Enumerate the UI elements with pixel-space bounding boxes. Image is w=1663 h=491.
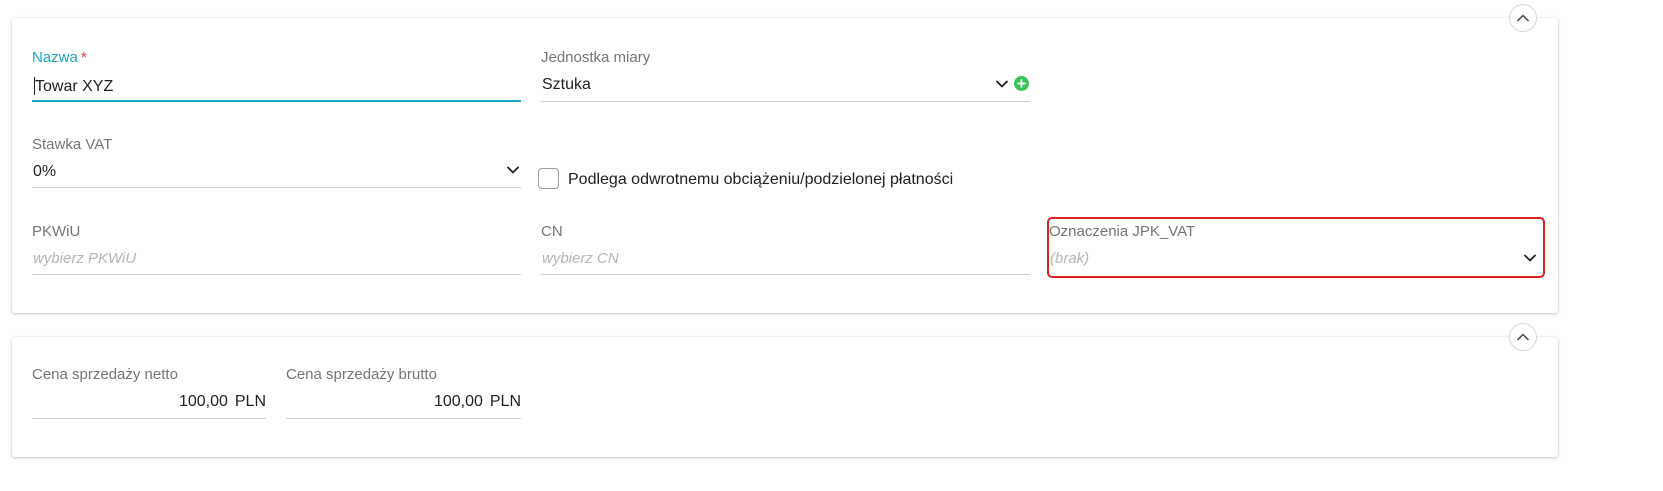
chevron-down-icon[interactable]: [995, 77, 1009, 91]
vat-rate-label: Stawka VAT: [32, 136, 113, 153]
net-price-label: Cena sprzedaży netto: [32, 366, 178, 383]
collapse-section-button[interactable]: [1509, 4, 1537, 32]
pkwiu-field[interactable]: PKWiU wybierz PKWiU: [32, 223, 521, 277]
cn-field[interactable]: CN wybierz CN: [541, 223, 1030, 277]
unit-value: Sztuka: [542, 76, 591, 93]
pricing-card: Cena sprzedaży netto 100,00 PLN Cena sprz…: [12, 323, 1558, 457]
pkwiu-input[interactable]: wybierz PKWiU: [33, 250, 136, 267]
gross-price-value: 100,00: [433, 393, 483, 410]
net-price-input[interactable]: 100,00 PLN: [179, 393, 266, 411]
unit-label: Jednostka miary: [541, 49, 651, 66]
chevron-up-icon: [1517, 333, 1529, 341]
cn-underline: [541, 274, 1030, 275]
net-price-underline: [32, 418, 266, 419]
unit-underline: [541, 101, 1030, 102]
vat-rate-select[interactable]: Stawka VAT 0%: [32, 136, 521, 190]
required-mark: *: [80, 49, 87, 66]
jpk-vat-select[interactable]: Oznaczenia JPK_VAT (brak): [1049, 223, 1542, 277]
gross-price-label: Cena sprzedaży brutto: [286, 366, 437, 383]
name-field[interactable]: Nazwa * Towar XYZ: [32, 49, 521, 103]
gross-price-field[interactable]: Cena sprzedaży brutto 100,00 PLN: [286, 366, 521, 420]
cn-input[interactable]: wybierz CN: [542, 250, 619, 267]
name-label: Nazwa *: [32, 49, 87, 66]
reverse-charge-checkbox[interactable]: [538, 168, 559, 189]
chevron-down-icon[interactable]: [506, 163, 520, 177]
unit-select[interactable]: Jednostka miary Sztuka: [541, 49, 1030, 103]
gross-price-underline: [286, 418, 521, 419]
name-underline: [32, 100, 521, 102]
vat-rate-underline: [32, 187, 521, 188]
net-price-currency: PLN: [234, 393, 266, 410]
net-price-field[interactable]: Cena sprzedaży netto 100,00 PLN: [32, 366, 266, 420]
chevron-up-icon: [1517, 14, 1529, 22]
jpk-vat-label: Oznaczenia JPK_VAT: [1049, 223, 1196, 240]
chevron-down-icon[interactable]: [1523, 251, 1537, 265]
reverse-charge-label: Podlega odwrotnemu obciążeniu/podzielone…: [568, 171, 954, 188]
cn-label: CN: [541, 223, 563, 240]
vat-rate-value: 0%: [33, 163, 57, 180]
pkwiu-label: PKWiU: [32, 223, 81, 240]
net-price-value: 100,00: [178, 393, 228, 410]
gross-price-input[interactable]: 100,00 PLN: [434, 393, 521, 411]
add-unit-icon[interactable]: [1014, 76, 1029, 91]
name-input[interactable]: Towar XYZ: [35, 78, 113, 96]
jpk-vat-value: (brak): [1050, 250, 1090, 267]
pkwiu-underline: [32, 274, 521, 275]
gross-price-currency: PLN: [489, 393, 521, 410]
collapse-section-button[interactable]: [1509, 323, 1537, 351]
product-details-card: Nazwa * Towar XYZ Jednostka miary Sztuka …: [12, 4, 1558, 313]
